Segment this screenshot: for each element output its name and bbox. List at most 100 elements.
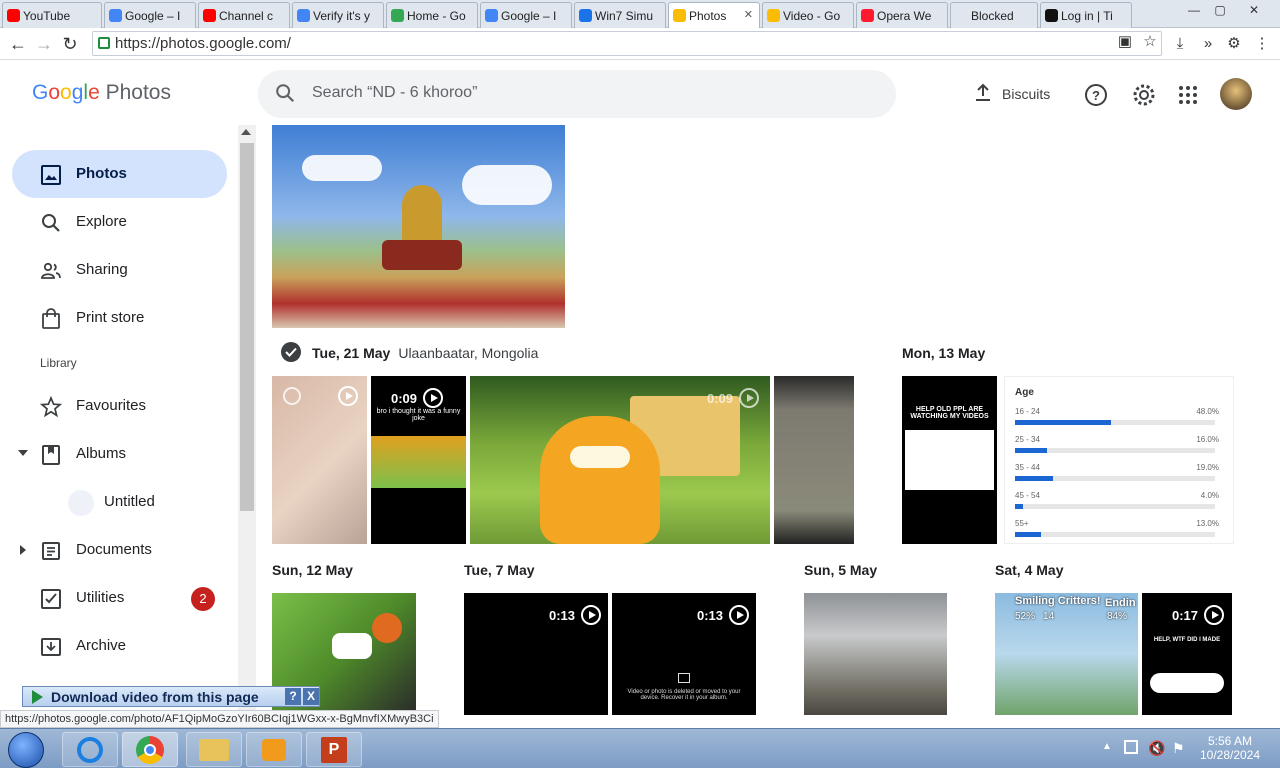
sidebar-item-albums[interactable]: Albums — [12, 430, 227, 478]
help-icon[interactable]: ? — [1084, 83, 1108, 107]
sidebar-item-favourites[interactable]: Favourites — [12, 382, 227, 430]
select-circle-icon[interactable] — [283, 387, 301, 405]
status-url: https://photos.google.com/photo/AF1QipMo… — [0, 710, 439, 728]
age-bar-fill — [1015, 476, 1053, 481]
sidebar: Photos Explore Sharing Print store Libra… — [0, 125, 258, 715]
photo-buddha-statue[interactable] — [272, 125, 565, 328]
age-bar-fill — [1015, 448, 1047, 453]
sidebar-scrollbar-thumb[interactable] — [240, 143, 254, 511]
tray-volume-muted-icon[interactable]: 🔇 — [1148, 740, 1165, 757]
browser-tab[interactable]: YouTube — [2, 2, 102, 28]
address-bar[interactable]: https://photos.google.com/ — [92, 31, 1162, 56]
age-chart-row: 45 - 54 4.0% — [1005, 491, 1233, 517]
taskbar-clock[interactable]: 5:56 AM 10/28/2024 — [1194, 734, 1266, 762]
video-thumb[interactable]: HELP OLD PPL ARE WATCHING MY VIDEOS — [902, 376, 997, 544]
extensions-icon[interactable]: ⚙ — [1224, 34, 1244, 54]
menu-icon[interactable]: ⋮ — [1252, 34, 1272, 54]
download-video-bar[interactable]: Download video from this page ? X — [22, 686, 320, 707]
tab-favicon-icon — [297, 9, 310, 22]
expand-arrow-icon[interactable] — [18, 450, 28, 456]
critters-stat: 84% — [1107, 611, 1128, 622]
age-chart-screenshot[interactable]: Age 16 - 24 48.0% 25 - 34 16.0% 35 - 44 19.0%… — [1004, 376, 1234, 544]
age-range-label: 55+ — [1015, 519, 1029, 528]
game-screenshot-thumb[interactable]: Smiling Critters! 52% 14 Endin 84% — [995, 593, 1138, 715]
search-icon — [42, 214, 60, 232]
duration-text: 0:13 — [549, 607, 576, 623]
browser-tab[interactable]: Blocked — [950, 2, 1038, 28]
video-thumb[interactable] — [272, 376, 367, 544]
cast-icon[interactable]: ▣ — [1115, 32, 1135, 52]
browser-tab[interactable]: Home - Go — [386, 2, 478, 28]
taskbar-powerpoint-icon[interactable]: P — [306, 732, 362, 767]
age-bar-track — [1015, 476, 1215, 481]
sidebar-item-archive[interactable]: Archive — [12, 622, 227, 670]
taskbar-ie-icon[interactable] — [62, 732, 118, 767]
sidebar-item-utilities[interactable]: Utilities 2 — [12, 574, 227, 622]
video-thumb[interactable]: 0:13 — [464, 593, 608, 715]
bookmark-star-icon[interactable]: ☆ — [1140, 32, 1160, 52]
map-screenshot-thumb[interactable] — [774, 376, 854, 544]
apps-grid-icon[interactable] — [1176, 83, 1200, 107]
scroll-up-arrow-icon[interactable] — [241, 129, 251, 135]
sidebar-item-label: Archive — [76, 637, 127, 654]
browser-tab[interactable]: Photos ✕ — [668, 2, 760, 28]
tab-favicon-icon — [861, 9, 874, 22]
age-range-label: 45 - 54 — [1015, 491, 1040, 500]
browser-tab[interactable]: Google – I — [480, 2, 572, 28]
tab-close-icon[interactable]: ✕ — [744, 8, 753, 21]
browser-tab[interactable]: Channel c — [198, 2, 290, 28]
close-window-icon[interactable]: ✕ — [1242, 2, 1266, 18]
sidebar-item-print-store[interactable]: Print store — [12, 294, 227, 342]
browser-tab[interactable]: Verify it's y — [292, 2, 384, 28]
browser-tab[interactable]: Log in | Ti — [1040, 2, 1132, 28]
back-icon[interactable]: ← — [6, 32, 30, 56]
logo-photos-word: Photos — [105, 81, 171, 104]
taskbar-chrome-icon[interactable] — [122, 732, 178, 767]
reload-icon[interactable]: ↻ — [58, 32, 82, 56]
tab-label: Google – I — [501, 8, 557, 23]
account-avatar[interactable] — [1220, 78, 1252, 110]
critters-stat: 14 — [1043, 611, 1055, 622]
tray-flag-icon[interactable]: ⚑ — [1172, 740, 1185, 757]
video-thumb-garfield[interactable]: 0:09 — [470, 376, 770, 544]
download-help-button[interactable]: ? — [285, 688, 301, 705]
sidebar-item-documents[interactable]: Documents — [12, 526, 227, 574]
search-input[interactable]: Search “ND - 6 khoroo” — [312, 84, 477, 102]
age-value-label: 19.0% — [1196, 463, 1219, 472]
browser-tab[interactable]: Opera We — [856, 2, 948, 28]
video-thumb[interactable]: 0:17 HELP, WTF DID I MADE — [1142, 593, 1232, 715]
photo-thumb[interactable] — [804, 593, 947, 715]
taskbar-explorer-icon[interactable] — [186, 732, 242, 767]
play-triangle-icon — [32, 690, 43, 704]
age-value-label: 13.0% — [1196, 519, 1219, 528]
search-bar[interactable]: Search “ND - 6 khoroo” — [258, 70, 896, 118]
duration-text: 0:09 — [707, 390, 734, 406]
settings-gear-icon[interactable] — [1132, 83, 1156, 107]
checkmark-icon — [285, 347, 297, 357]
google-photos-logo[interactable]: Google Photos — [32, 81, 171, 105]
collapse-arrow-icon[interactable] — [20, 545, 26, 555]
taskbar-media-player-icon[interactable] — [246, 732, 302, 767]
tray-network-icon[interactable] — [1124, 740, 1138, 754]
sidebar-item-photos[interactable]: Photos — [12, 150, 227, 198]
video-thumb[interactable]: 0:13 Video or photo is deleted or moved … — [612, 593, 756, 715]
browser-tab[interactable]: Win7 Simu — [574, 2, 666, 28]
download-icon[interactable]: ⤓ — [1170, 34, 1190, 54]
video-thumb[interactable]: 0:09 bro i thought it was a funny joke — [371, 376, 466, 544]
browser-tab[interactable]: Google – I — [104, 2, 196, 28]
sidebar-item-sharing[interactable]: Sharing — [12, 246, 227, 294]
maximize-window-icon[interactable]: ▢ — [1208, 2, 1232, 18]
more-extensions-icon[interactable]: » — [1198, 34, 1218, 54]
date-label: Sun, 12 May — [272, 562, 353, 578]
tab-label: Channel c — [219, 8, 274, 23]
forward-icon[interactable]: → — [32, 32, 56, 56]
minimize-window-icon[interactable]: — — [1182, 2, 1206, 18]
select-day-checkbox[interactable] — [281, 342, 301, 362]
start-button[interactable] — [8, 732, 44, 768]
sidebar-item-explore[interactable]: Explore — [12, 198, 227, 246]
tray-expand-icon[interactable]: ▲ — [1102, 741, 1112, 752]
browser-tab[interactable]: Video - Go — [762, 2, 854, 28]
sidebar-item-untitled-album[interactable]: Untitled — [12, 478, 227, 526]
download-close-button[interactable]: X — [303, 688, 319, 705]
location-label[interactable]: Ulaanbaatar, Mongolia — [398, 345, 538, 361]
